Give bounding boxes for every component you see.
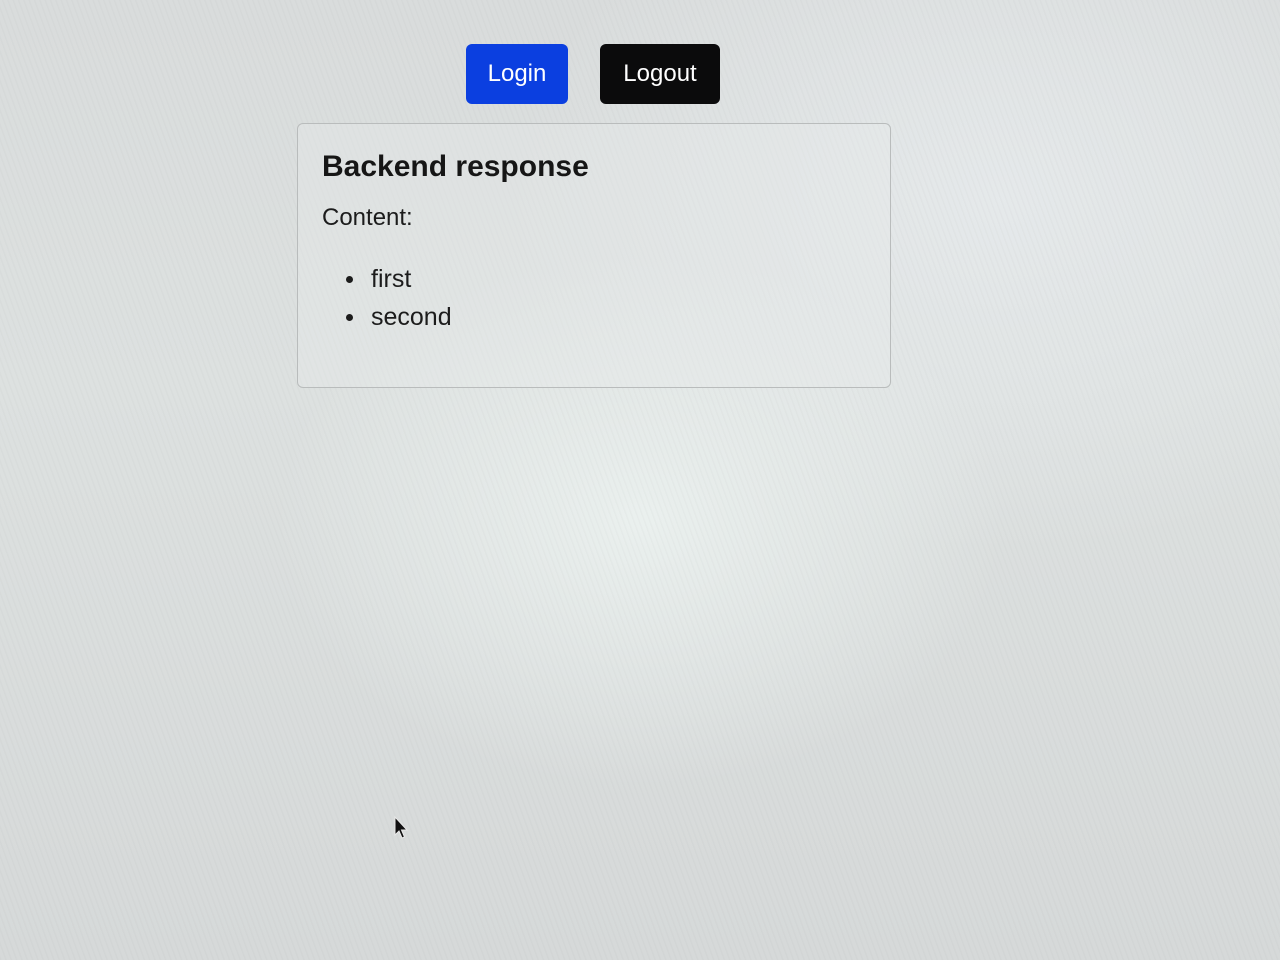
list-item: first <box>322 262 452 300</box>
list-item: second <box>322 300 452 338</box>
mouse-pointer-icon <box>394 816 408 839</box>
logout-button[interactable]: Logout <box>600 44 720 104</box>
login-button[interactable]: Login <box>466 44 568 104</box>
bullet-icon <box>346 314 353 321</box>
list-item-text: second <box>371 303 452 331</box>
content-list: first second <box>322 262 452 338</box>
backend-response-card: Backend response Content: first second <box>297 123 891 388</box>
bullet-icon <box>346 276 353 283</box>
card-title: Backend response <box>322 150 589 183</box>
content-label: Content: <box>322 204 413 231</box>
list-item-text: first <box>371 265 412 293</box>
